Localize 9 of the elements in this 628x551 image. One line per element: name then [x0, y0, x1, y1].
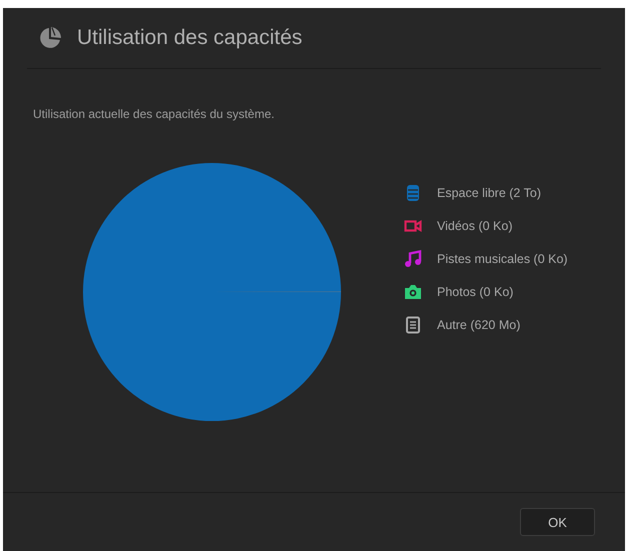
legend-label: Espace libre (2 To) [437, 186, 541, 200]
legend-label: Autre (620 Mo) [437, 318, 520, 332]
dialog-title: Utilisation des capacités [77, 26, 302, 50]
pie-chart-icon [37, 25, 63, 51]
legend-label: Photos (0 Ko) [437, 285, 514, 299]
description-text: Utilisation actuelle des capacités du système. [33, 107, 276, 121]
legend-label: Pistes musicales (0 Ko) [437, 252, 568, 266]
legend-label: Vidéos (0 Ko) [437, 219, 513, 233]
ok-button[interactable]: OK [520, 508, 595, 536]
